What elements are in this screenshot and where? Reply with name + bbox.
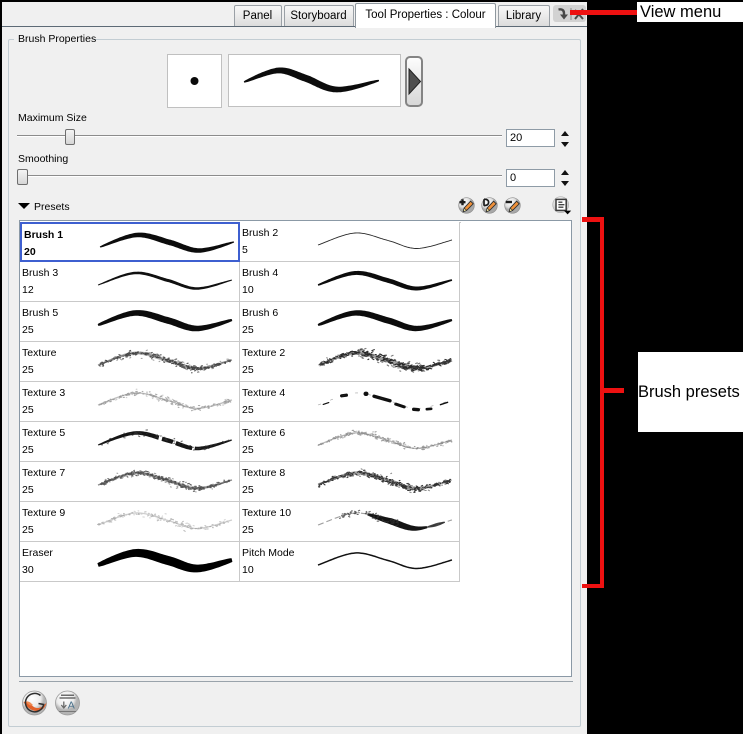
svg-text:A: A [68, 700, 75, 712]
